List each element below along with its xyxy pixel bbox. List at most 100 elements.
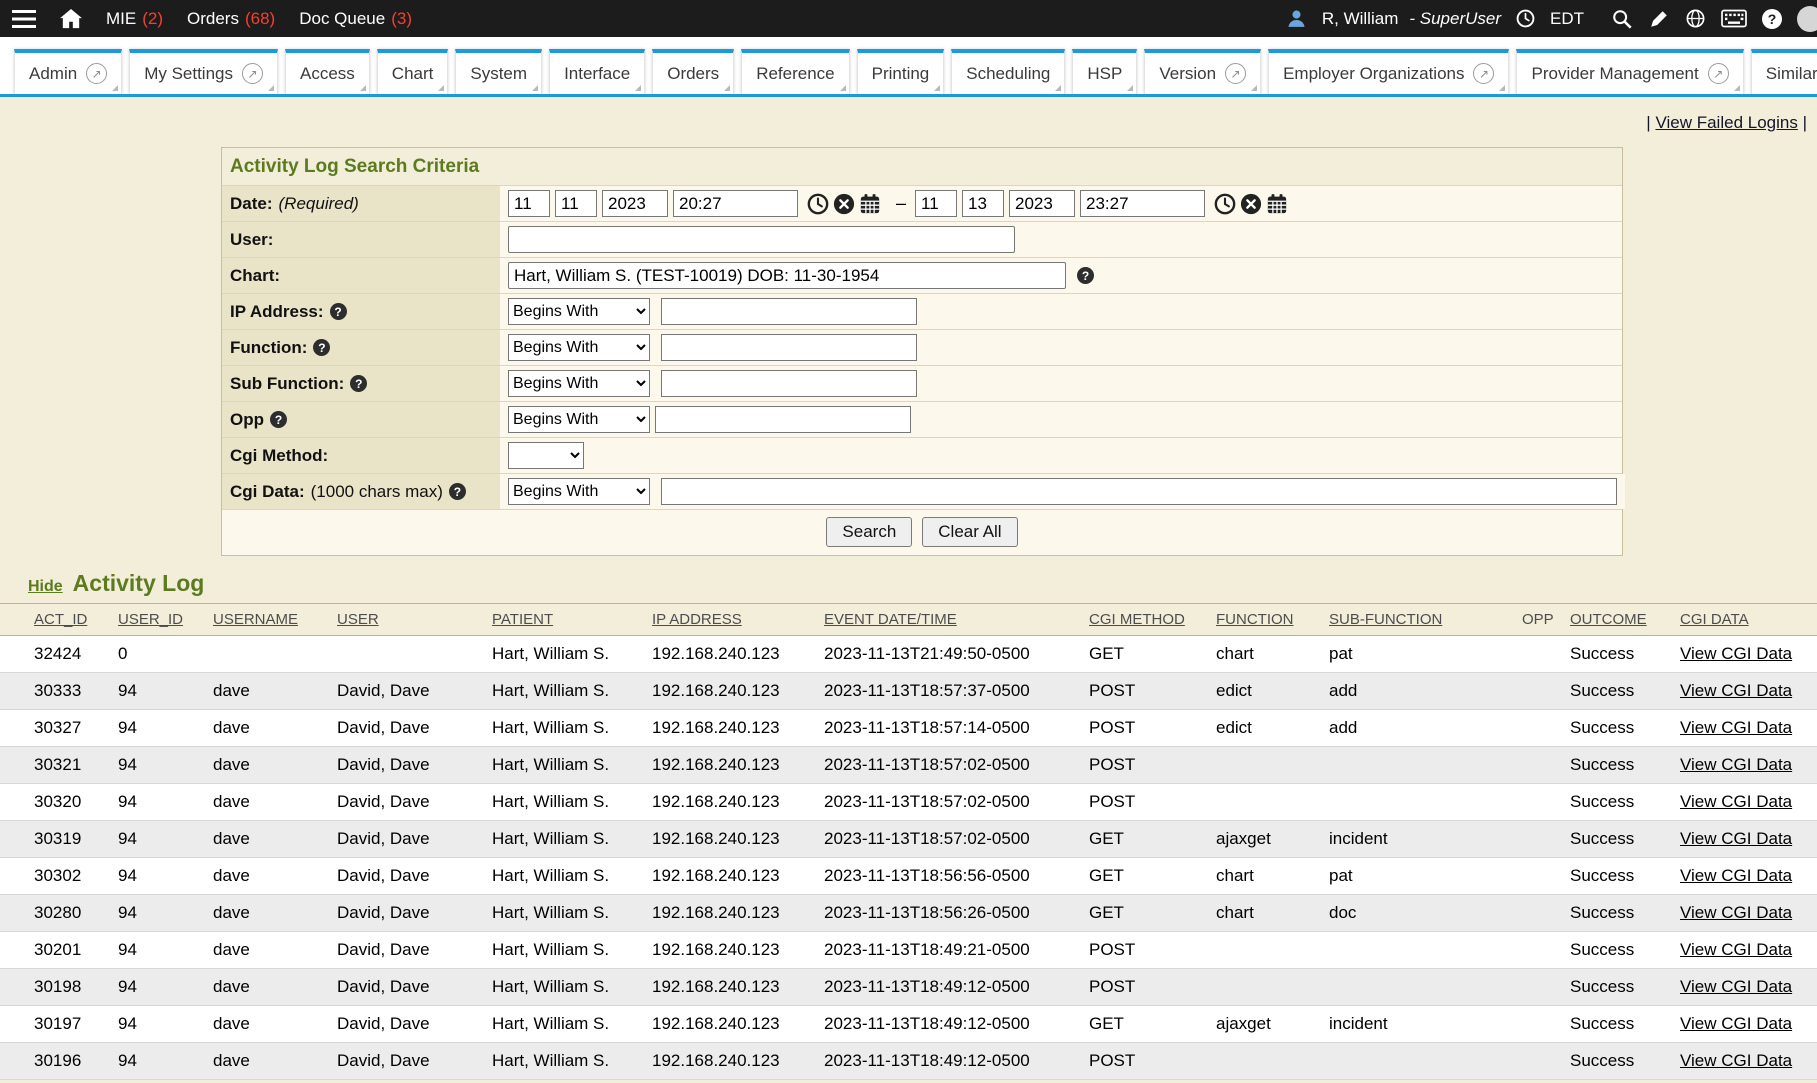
opp-help-icon[interactable] [270, 411, 287, 428]
sort-patient[interactable]: PATIENT [492, 611, 553, 628]
ip-address-input[interactable] [661, 298, 917, 325]
user-name[interactable]: R, William [1322, 9, 1399, 29]
search-icon[interactable] [1611, 8, 1633, 30]
view-cgi-data-link[interactable]: View CGI Data [1680, 866, 1792, 885]
sort-sub_function[interactable]: SUB-FUNCTION [1329, 611, 1442, 628]
view-cgi-data-link[interactable]: View CGI Data [1680, 792, 1792, 811]
keyboard-icon[interactable] [1721, 9, 1747, 28]
sort-cgi_method[interactable]: CGI METHOD [1089, 611, 1185, 628]
tab-system[interactable]: System [455, 49, 542, 94]
view-cgi-data-link[interactable]: View CGI Data [1680, 755, 1792, 774]
tab-provider-management[interactable]: Provider Management [1516, 49, 1743, 94]
tab-printing[interactable]: Printing [857, 49, 945, 94]
clear-date-icon[interactable] [833, 193, 855, 215]
sort-ip_address[interactable]: IP ADDRESS [652, 611, 742, 628]
tab-orders[interactable]: Orders [652, 49, 734, 94]
topbar-link-orders[interactable]: Orders (68) [187, 9, 275, 29]
view-cgi-data-link[interactable]: View CGI Data [1680, 681, 1792, 700]
opp-input[interactable] [655, 406, 911, 433]
hamburger-menu-icon[interactable] [12, 10, 36, 28]
sub-function-input[interactable] [661, 370, 917, 397]
view-cgi-data-link[interactable]: View CGI Data [1680, 1051, 1792, 1070]
open-in-new-window-icon[interactable] [1225, 63, 1246, 84]
function-help-icon[interactable] [313, 339, 330, 356]
sort-username[interactable]: USERNAME [213, 611, 298, 628]
clear-date-icon[interactable] [1240, 193, 1262, 215]
hide-activity-log-link[interactable]: Hide [28, 578, 63, 596]
topbar-link-count: (3) [391, 9, 412, 29]
tab-access[interactable]: Access [285, 49, 370, 94]
cgi-data-input[interactable] [661, 478, 1617, 505]
chart-help-icon[interactable] [1077, 267, 1094, 284]
cell-patient: Hart, William S. [487, 636, 647, 673]
function-match-select[interactable]: Begins With [508, 334, 650, 361]
date-from-year-input[interactable] [602, 190, 668, 217]
view-cgi-data-link[interactable]: View CGI Data [1680, 829, 1792, 848]
calendar-icon[interactable] [1266, 193, 1288, 215]
ip-match-select[interactable]: Begins With [508, 298, 650, 325]
view-cgi-data-link[interactable]: View CGI Data [1680, 718, 1792, 737]
tab-admin[interactable]: Admin [14, 49, 122, 94]
cgi-data-help-icon[interactable] [449, 483, 466, 500]
sort-event_date_time[interactable]: EVENT DATE/TIME [824, 611, 957, 628]
date-to-day-input[interactable] [962, 190, 1004, 217]
sort-user_id[interactable]: USER_ID [118, 611, 183, 628]
open-in-new-window-icon[interactable] [86, 63, 107, 84]
calendar-icon[interactable] [859, 193, 881, 215]
tab-hsp[interactable]: HSP [1072, 49, 1137, 94]
sub-function-match-select[interactable]: Begins With [508, 370, 650, 397]
function-input[interactable] [661, 334, 917, 361]
sort-act_id[interactable]: ACT_ID [34, 611, 87, 628]
cell-user_id: 94 [113, 1043, 208, 1080]
view-cgi-data-link[interactable]: View CGI Data [1680, 940, 1792, 959]
opp-match-select[interactable]: Begins With [508, 406, 650, 433]
sort-function[interactable]: FUNCTION [1216, 611, 1294, 628]
date-to-time-input[interactable] [1080, 190, 1205, 217]
help-icon[interactable] [1762, 9, 1782, 29]
ip-help-icon[interactable] [330, 303, 347, 320]
tab-scheduling[interactable]: Scheduling [951, 49, 1065, 94]
home-icon[interactable] [60, 9, 82, 29]
tab-similar-exposures[interactable]: Similar Exposures [1751, 49, 1817, 94]
globe-icon[interactable] [1685, 8, 1706, 29]
view-failed-logins-link[interactable]: View Failed Logins [1655, 113, 1797, 132]
cgi-data-match-select[interactable]: Begins With [508, 478, 650, 505]
tab-employer-organizations[interactable]: Employer Organizations [1268, 49, 1509, 94]
tab-interface[interactable]: Interface [549, 49, 645, 94]
date-from-day-input[interactable] [555, 190, 597, 217]
cgi-method-select[interactable] [508, 442, 584, 469]
date-from-month-input[interactable] [508, 190, 550, 217]
open-in-new-window-icon[interactable] [242, 63, 263, 84]
view-cgi-data-link[interactable]: View CGI Data [1680, 903, 1792, 922]
sort-cgi_data[interactable]: CGI DATA [1680, 611, 1749, 628]
clear-all-button[interactable]: Clear All [922, 517, 1017, 547]
sub-function-help-icon[interactable] [350, 375, 367, 392]
view-cgi-data-link[interactable]: View CGI Data [1680, 977, 1792, 996]
chart-input[interactable] [508, 262, 1066, 289]
cell-opp [1517, 858, 1565, 895]
pen-icon[interactable] [1648, 8, 1670, 30]
time-picker-icon[interactable] [1214, 193, 1236, 215]
partial-avatar-circle[interactable] [1797, 6, 1817, 32]
cell-function: ajaxget [1211, 1006, 1324, 1043]
date-to-year-input[interactable] [1009, 190, 1075, 217]
user-icon[interactable] [1286, 8, 1307, 29]
topbar-link-doc-queue[interactable]: Doc Queue (3) [299, 9, 412, 29]
open-in-new-window-icon[interactable] [1708, 63, 1729, 84]
open-in-new-window-icon[interactable] [1473, 63, 1494, 84]
search-button[interactable]: Search [826, 517, 912, 547]
view-cgi-data-link[interactable]: View CGI Data [1680, 1014, 1792, 1033]
user-input[interactable] [508, 226, 1015, 253]
time-picker-icon[interactable] [807, 193, 829, 215]
tab-reference[interactable]: Reference [741, 49, 849, 94]
date-from-time-input[interactable] [673, 190, 798, 217]
tab-my-settings[interactable]: My Settings [129, 49, 278, 94]
sort-user[interactable]: USER [337, 611, 379, 628]
view-cgi-data-link[interactable]: View CGI Data [1680, 644, 1792, 663]
sort-outcome[interactable]: OUTCOME [1570, 611, 1647, 628]
column-header-event_date_time: EVENT DATE/TIME [819, 604, 1084, 636]
tab-version[interactable]: Version [1144, 49, 1261, 94]
date-to-month-input[interactable] [915, 190, 957, 217]
topbar-link-mie[interactable]: MIE (2) [106, 9, 163, 29]
tab-chart[interactable]: Chart [377, 49, 449, 94]
